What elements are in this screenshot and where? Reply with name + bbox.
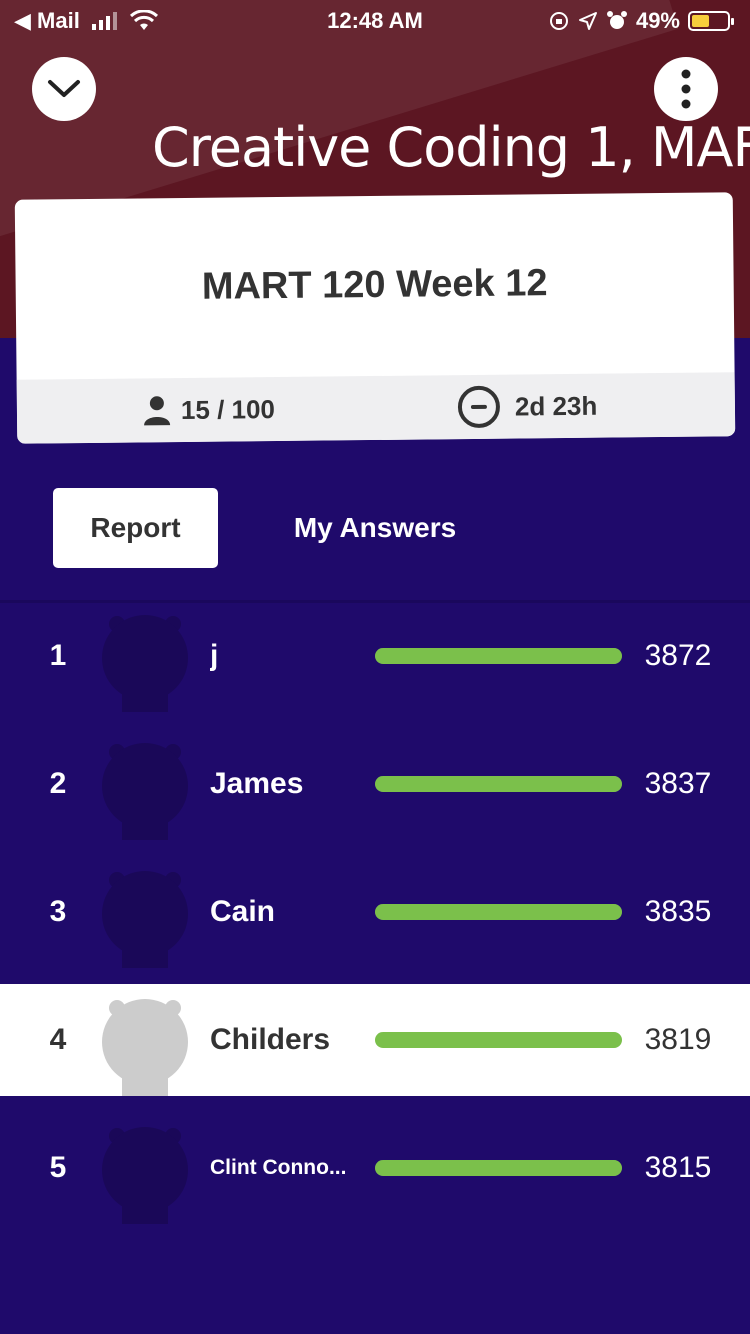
player-score: 3815 — [644, 1151, 712, 1184]
avatar-placeholder-icon — [102, 743, 188, 840]
collapse-button[interactable] — [32, 57, 96, 121]
player-name: Childers — [210, 1023, 331, 1056]
player-score: 3835 — [644, 895, 712, 928]
tab-bar: Report My Answers — [0, 488, 750, 568]
leaderboard-row[interactable]: 1 j 3872 — [0, 600, 750, 712]
tab-my-answers[interactable]: My Answers — [270, 488, 480, 568]
score-bar — [375, 904, 622, 920]
player-score: 3819 — [644, 1023, 712, 1056]
score-bar — [375, 1160, 622, 1176]
avatar-placeholder-icon — [102, 1127, 188, 1224]
quiz-title: MART 120 Week 12 — [201, 262, 548, 308]
rank-number: 4 — [49, 1023, 67, 1056]
leaderboard-row[interactable]: 4 Childers 3819 — [0, 984, 750, 1096]
location-arrow-icon — [578, 12, 597, 30]
more-options-button[interactable] — [654, 57, 718, 121]
player-name: James — [210, 767, 304, 800]
rank-number: 3 — [49, 895, 67, 928]
course-title: Creative Coding 1, MAF — [152, 116, 750, 179]
score-bar-fill — [375, 1160, 622, 1176]
score-bar-fill — [375, 776, 622, 792]
battery-percent: 49% — [635, 8, 680, 33]
player-name: Cain — [210, 895, 276, 928]
score-bar — [375, 648, 622, 664]
time-remaining-text: 2d 23h — [514, 390, 598, 422]
players-count: 15 / 100 — [143, 377, 276, 442]
timer-icon — [457, 385, 500, 428]
player-score: 3872 — [644, 639, 712, 672]
chevron-down-icon — [48, 80, 80, 97]
time-remaining: 2d 23h — [457, 374, 598, 439]
avatar-placeholder-icon — [102, 871, 188, 968]
avatar-placeholder-icon — [102, 615, 188, 712]
leaderboard-row[interactable]: 3 Cain 3835 — [0, 856, 750, 968]
leaderboard-row[interactable]: 5 Clint Conno... 3815 — [0, 1112, 750, 1224]
person-icon — [144, 396, 171, 426]
rank-number: 1 — [49, 639, 67, 672]
rank-number: 5 — [49, 1151, 67, 1184]
status-bar: ◀ Mail 12:48 AM 49% — [0, 0, 750, 40]
quiz-card-footer: 15 / 100 2d 23h — [16, 372, 736, 444]
player-name: j — [210, 639, 219, 672]
player-score: 3837 — [644, 767, 712, 800]
players-count-text: 15 / 100 — [180, 393, 276, 425]
avatar-placeholder-icon — [102, 999, 188, 1096]
score-bar — [375, 776, 622, 792]
score-bar-fill — [375, 904, 622, 920]
score-bar-fill — [375, 1032, 622, 1048]
rank-number: 2 — [49, 767, 67, 800]
leaderboard-row[interactable]: 2 James 3837 — [0, 728, 750, 840]
orientation-lock-icon — [549, 12, 568, 30]
alarm-icon — [606, 11, 627, 29]
tab-report[interactable]: Report — [53, 488, 218, 568]
battery-level — [692, 15, 709, 27]
battery-icon — [688, 11, 734, 31]
score-bar — [375, 1032, 622, 1048]
more-vertical-icon — [681, 69, 691, 109]
status-right: 49% — [548, 8, 734, 34]
score-bar-fill — [375, 648, 622, 664]
quiz-card: MART 120 Week 12 15 / 100 2d 23h — [14, 192, 736, 444]
player-name: Clint Conno... — [210, 1156, 347, 1179]
